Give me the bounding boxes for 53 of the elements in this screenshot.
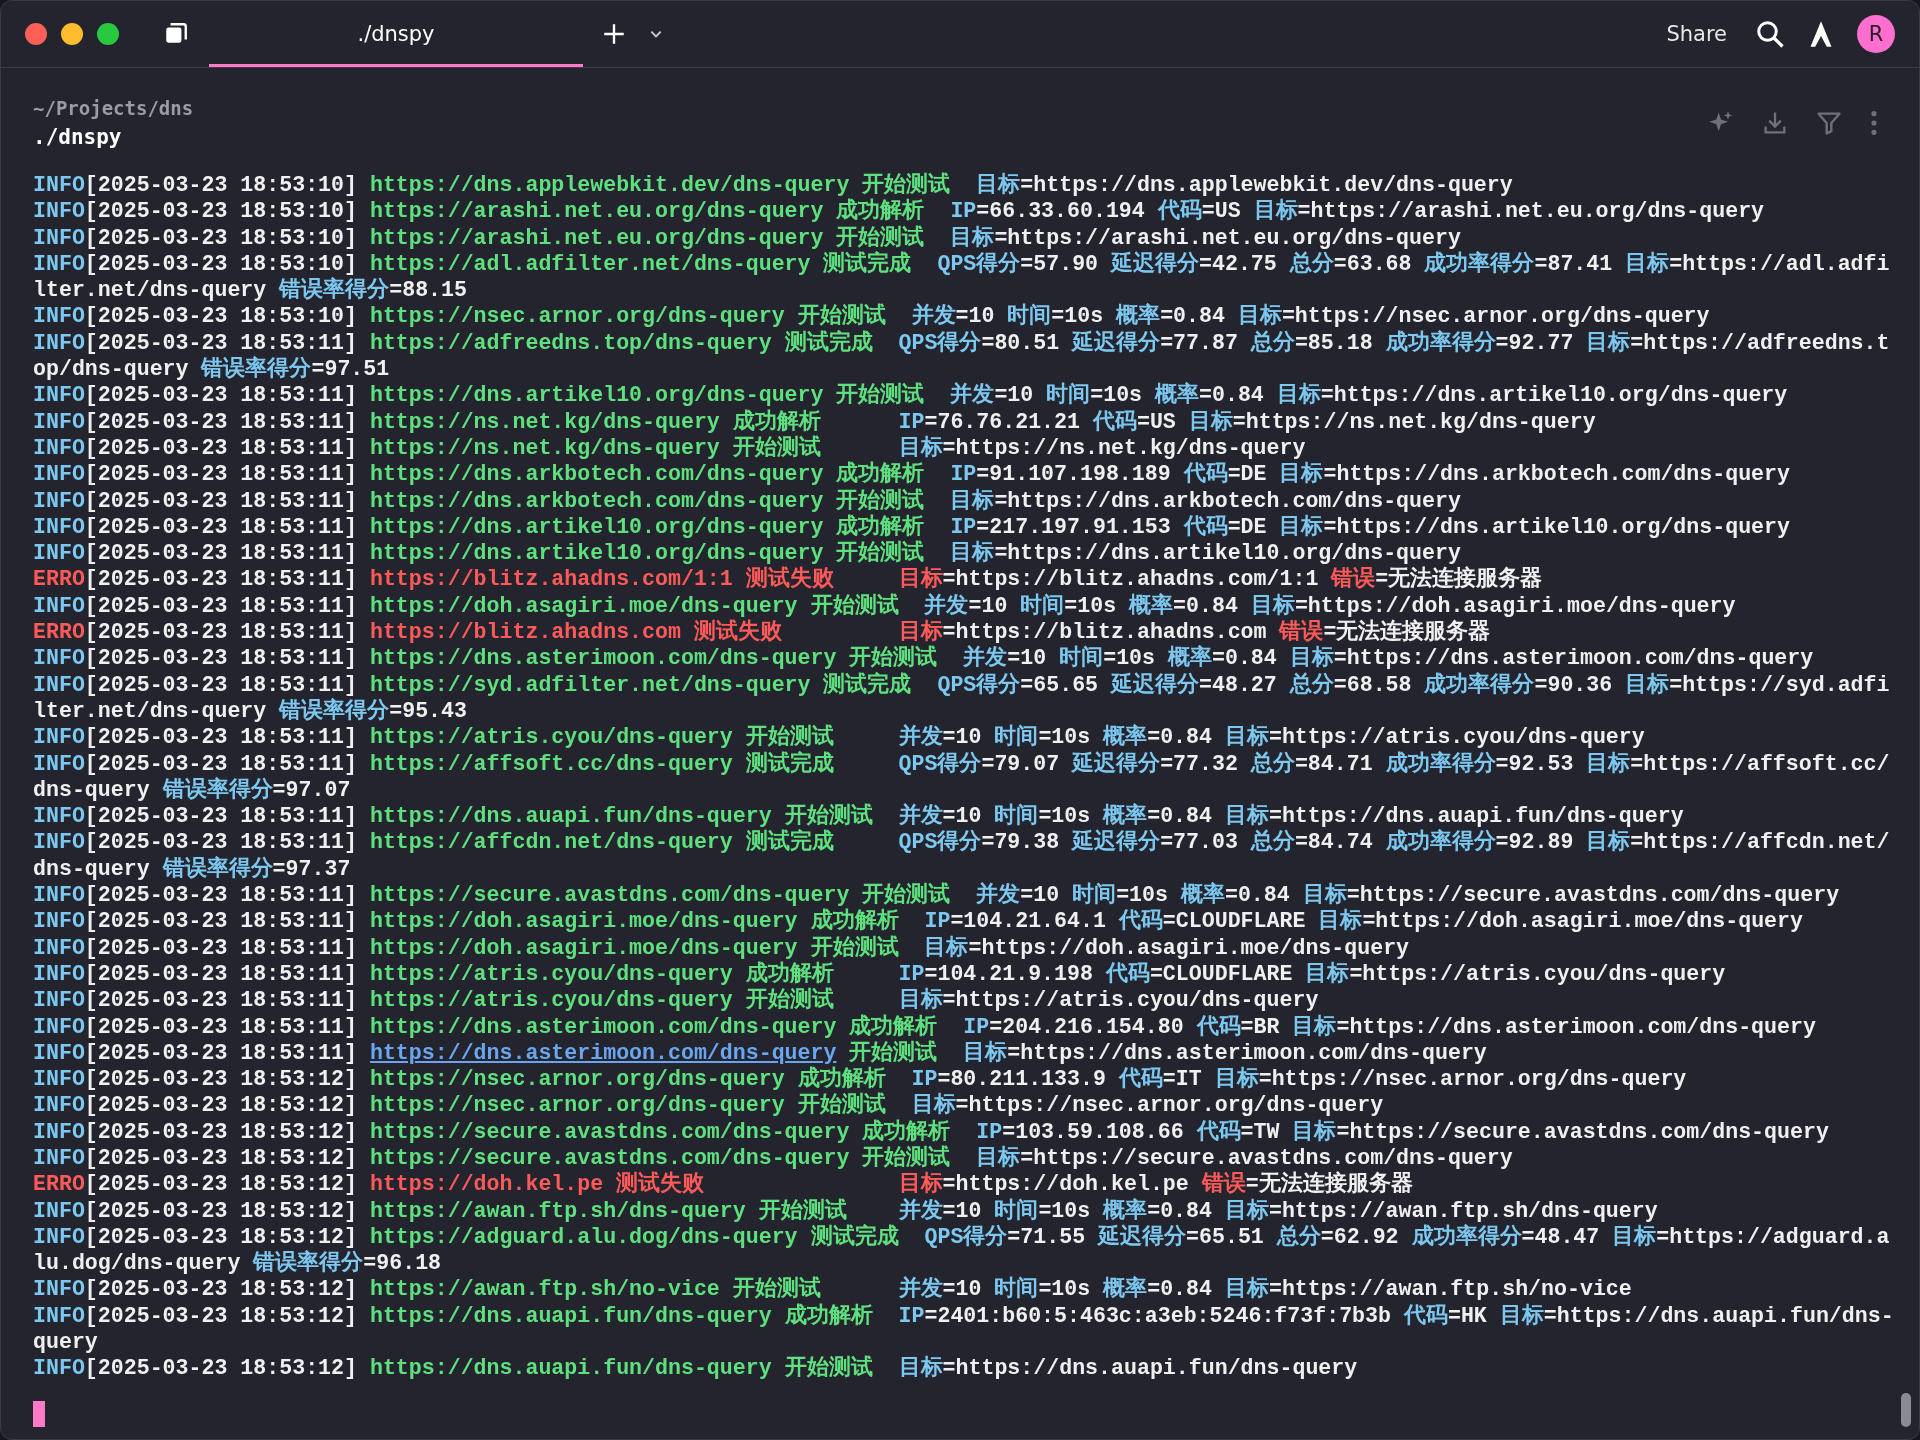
command-text: ./dnspy (33, 124, 123, 151)
log-line: INFO[2025-03-23 18:53:11] https://adfreedns.top/dns-query 测试完成 QPS得分=80.51 延迟得分=77.87 总分=85.18 成功率得分=92.77 目标=https://adfreedns.top/dns-query 错误率得分=97.51 (33, 329, 1891, 382)
log-line: INFO[2025-03-23 18:53:11] https://doh.asagiri.moe/dns-query 开始测试 并发=10 时间=10s 概率=0.84 目标=https://doh.asagiri.moe/dns-query (33, 592, 1737, 619)
log-line: INFO[2025-03-23 18:53:11] https://doh.asagiri.moe/dns-query 开始测试 目标=https://doh.asagiri.moe/dns-query (33, 934, 1411, 961)
log-line: INFO[2025-03-23 18:53:11] https://ns.net.kg/dns-query 开始测试 目标=https://ns.net.kg/dns-query (33, 434, 1307, 461)
log-line: INFO[2025-03-23 18:53:11] https://doh.asagiri.moe/dns-query 成功解析 IP=104.21.64.1 代码=CLOUDFLARE 目标=https://doh.asagiri.moe/dns-query (33, 908, 1804, 935)
log-line: INFO[2025-03-23 18:53:10] https://arashi.net.eu.org/dns-query 开始测试 目标=https://arashi.net.eu.org/dns-query (33, 224, 1462, 251)
log-line: INFO[2025-03-23 18:53:10] https://arashi.net.eu.org/dns-query 成功解析 IP=66.33.60.194 代码=US 目标=https://arashi.net.eu.org/dns-query (33, 198, 1766, 225)
log-line: INFO[2025-03-23 18:53:11] https://dns.asterimoon.com/dns-query 开始测试 并发=10 时间=10s 概率=0.84 目标=https://dns.asterimoon.com/dns-query (33, 645, 1815, 672)
log-line: INFO[2025-03-23 18:53:11] https://atris.cyou/dns-query 开始测试 并发=10 时间=10s 概率=0.84 目标=https://atris.cyou/dns-query (33, 724, 1646, 751)
log-line: ERRO[2025-03-23 18:53:11] https://blitz.ahadns.com 测试失败 目标=https://blitz.ahadns.com 错误=无法连接服务器 (33, 619, 1492, 645)
log-line: INFO[2025-03-23 18:53:12] https://nsec.arnor.org/dns-query 成功解析 IP=80.211.133.9 代码=IT 目标=https://nsec.arnor.org/dns-query (33, 1066, 1688, 1092)
log-line: INFO[2025-03-23 18:53:11] https://dns.artikel10.org/dns-query 开始测试 目标=https://dns.artikel10.org/dns-query (33, 540, 1462, 566)
zoom-button[interactable] (97, 23, 119, 45)
log-line: INFO[2025-03-23 18:53:11] https://affsoft.cc/dns-query 测试完成 QPS得分=79.07 延迟得分=77.32 总分=84.71 成功率得分=92.53 目标=https://affsoft.cc/dns-query 错误率得分=97.07 (33, 750, 1891, 803)
close-button[interactable] (25, 23, 47, 45)
log-line: INFO[2025-03-23 18:53:10] https://adl.adfilter.net/dns-query 测试完成 QPS得分=57.90 延迟得分=42.75 总分=63.68 成功率得分=87.41 目标=https://adl.adfilter.net/dns-query 错误率得分=88.15 (33, 250, 1891, 303)
log-line: ERRO[2025-03-23 18:53:11] https://blitz.ahadns.com/1:1 测试失败 目标=https://blitz.ahadns.com/1:1 错误=无法连接服务器 (33, 566, 1544, 593)
log-line: INFO[2025-03-23 18:53:11] https://ns.net.kg/dns-query 成功解析 IP=76.76.21.21 代码=US 目标=https://ns.net.kg/dns-query (33, 408, 1597, 435)
log-line: INFO[2025-03-23 18:53:12] https://secure.avastdns.com/dns-query 成功解析 IP=103.59.108.66 代码=TW 目标=https://secure.avastdns.com/dns-query (33, 1118, 1830, 1145)
log-line: INFO[2025-03-23 18:53:11] https://atris.cyou/dns-query 成功解析 IP=104.21.9.198 代码=CLOUDFLARE 目标=https://atris.cyou/dns-query (33, 960, 1727, 987)
search-icon[interactable] (1755, 19, 1785, 49)
text-cursor (33, 1401, 45, 1427)
log-line: INFO[2025-03-23 18:53:11] https://syd.adfilter.net/dns-query 测试完成 QPS得分=65.65 延迟得分=48.27 总分=68.58 成功率得分=90.36 目标=https://syd.adfilter.net/dns-query 错误率得分=95.43 (33, 671, 1891, 724)
log-line: INFO[2025-03-23 18:53:11] https://affcdn.net/dns-query 测试完成 QPS得分=79.38 延迟得分=77.03 总分=84.74 成功率得分=92.89 目标=https://affcdn.net/dns-query 错误率得分=97.37 (33, 829, 1891, 882)
working-directory: ~/Projects/dns (33, 96, 194, 121)
avatar[interactable]: R (1857, 15, 1895, 53)
log-line: INFO[2025-03-23 18:53:10] https://dns.applewebkit.dev/dns-query 开始测试 目标=https://dns.applewebkit.dev/dns-query (33, 172, 1514, 198)
log-line: INFO[2025-03-23 18:53:11] https://dns.asterimoon.com/dns-query 开始测试 目标=https://dns.asterimoon.com/dns-query (33, 1039, 1488, 1066)
log-line: INFO[2025-03-23 18:53:11] https://dns.arkbotech.com/dns-query 成功解析 IP=91.107.198.189 代码=DE 目标=https://dns.arkbotech.com/dns-query (33, 461, 1791, 488)
log-line: INFO[2025-03-23 18:53:12] https://secure.avastdns.com/dns-query 开始测试 目标=https://secure.avastdns.com/dns-query (33, 1145, 1514, 1171)
log-line: INFO[2025-03-23 18:53:12] https://awan.ftp.sh/no-vice 开始测试 并发=10 时间=10s 概率=0.84 目标=https://awan.ftp.sh/no-vice (33, 1276, 1633, 1303)
share-button[interactable]: Share (1656, 16, 1737, 52)
log-line: INFO[2025-03-23 18:53:12] https://dns.auapi.fun/dns-query 开始测试 目标=https://dns.auapi.fun/dns-query (33, 1355, 1359, 1382)
log-line: INFO[2025-03-23 18:53:12] https://awan.ftp.sh/dns-query 开始测试 并发=10 时间=10s 概率=0.84 目标=https://awan.ftp.sh/dns-query (33, 1197, 1659, 1224)
log-line: INFO[2025-03-23 18:53:11] https://secure.avastdns.com/dns-query 开始测试 并发=10 时间=10s 概率=0.84 目标=https://secure.avastdns.com/dns-query (33, 882, 1841, 908)
log-line: INFO[2025-03-23 18:53:12] https://adguard.alu.dog/dns-query 测试完成 QPS得分=71.55 延迟得分=65.51 总分=62.92 成功率得分=48.47 目标=https://adguard.alu.dog/dns-query 错误率得分=96.18 (33, 1223, 1891, 1276)
log-line: INFO[2025-03-23 18:53:11] https://dns.asterimoon.com/dns-query 成功解析 IP=204.216.154.80 代码=BR 目标=https://dns.asterimoon.com/dns-query (33, 1013, 1817, 1040)
plus-icon[interactable] (601, 21, 627, 47)
link[interactable]: https://dns.asterimoon.com/dns-query (369, 1040, 837, 1065)
log-line: INFO[2025-03-23 18:53:11] https://dns.auapi.fun/dns-query 开始测试 并发=10 时间=10s 概率=0.84 目标=https://dns.auapi.fun/dns-query (33, 803, 1685, 829)
scrollbar-thumb[interactable] (1901, 1393, 1911, 1427)
log-line: INFO[2025-03-23 18:53:11] https://dns.arkbotech.com/dns-query 开始测试 目标=https://dns.arkbotech.com/dns-query (33, 487, 1462, 514)
tab[interactable]: ./dnspy (209, 1, 583, 67)
log-line: INFO[2025-03-23 18:53:11] https://atris.cyou/dns-query 开始测试 目标=https://atris.cyou/dns-query (33, 987, 1320, 1014)
more-icon[interactable] (1869, 109, 1879, 137)
log-line: INFO[2025-03-23 18:53:11] https://dns.artikel10.org/dns-query 成功解析 IP=217.197.91.153 代码=DE 目标=https://dns.artikel10.org/dns-query (33, 513, 1791, 540)
log-line: INFO[2025-03-23 18:53:12] https://dns.auapi.fun/dns-query 成功解析 IP=2401:b60:5:463c:a3eb:5246:f73f:7b3b 代码=HK 目标=https://dns.auapi.fun/dns-query (33, 1302, 1895, 1355)
log-line: INFO[2025-03-23 18:53:12] https://nsec.arnor.org/dns-query 开始测试 目标=https://nsec.arnor.org/dns-query (33, 1092, 1385, 1119)
log-line: INFO[2025-03-23 18:53:10] https://nsec.arnor.org/dns-query 开始测试 并发=10 时间=10s 概率=0.84 目标=https://nsec.arnor.org/dns-query (33, 303, 1711, 330)
log-line: ERRO[2025-03-23 18:53:12] https://doh.kel.pe 测试失败 目标=https://doh.kel.pe 错误=无法连接服务器 (33, 1171, 1414, 1198)
minimize-button[interactable] (61, 23, 83, 45)
log-line: INFO[2025-03-23 18:53:11] https://dns.artikel10.org/dns-query 开始测试 并发=10 时间=10s 概率=0.84 目标=https://dns.artikel10.org/dns-query (33, 382, 1789, 409)
